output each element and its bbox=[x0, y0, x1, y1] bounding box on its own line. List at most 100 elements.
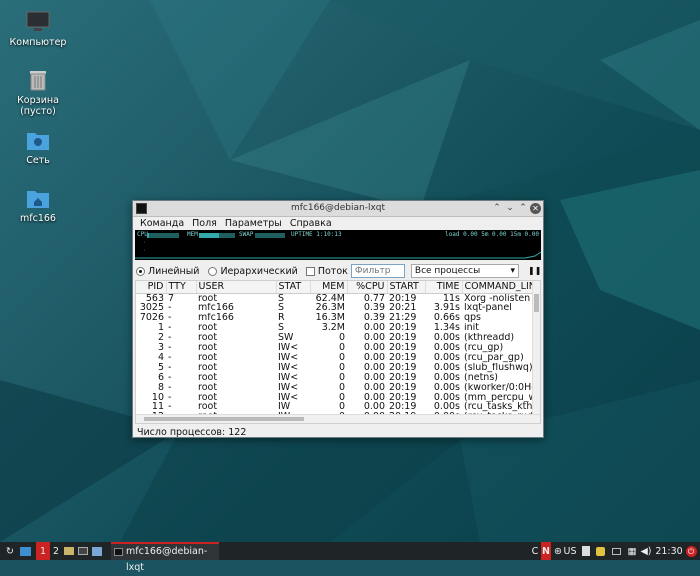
table-cell: mfc166 bbox=[198, 303, 234, 314]
monitor-icon[interactable] bbox=[610, 542, 622, 560]
column-header-tty[interactable]: TTY bbox=[166, 281, 197, 294]
notification-n-icon[interactable]: N bbox=[541, 542, 551, 560]
terminal-app-icon bbox=[114, 548, 123, 556]
table-row[interactable]: 2- root SW 0 0.00 20:19 0.00s (kthreadd) bbox=[136, 333, 534, 343]
table-cell: 20:19 bbox=[389, 362, 417, 373]
table-row[interactable]: 563 7 root S 62.4M 0.77 20:19 11s Xorg -nolisten… bbox=[136, 293, 534, 303]
table-cell: root bbox=[198, 392, 218, 403]
power-icon[interactable]: ⏻ bbox=[684, 542, 698, 560]
table-cell: 3025 bbox=[139, 303, 164, 314]
seal-icon[interactable]: ⊛ bbox=[553, 542, 563, 560]
table-cell: 0.00 bbox=[363, 343, 385, 353]
table-row[interactable]: 10- root IW< 0 0.00 20:19 0.00s (mm_percpu_wq bbox=[136, 393, 534, 403]
table-cell: (rcu_tasks_kthre bbox=[464, 402, 534, 413]
table-cell: (netns) bbox=[464, 372, 498, 383]
filter-input[interactable] bbox=[350, 264, 405, 278]
column-header-stat[interactable]: STAT bbox=[276, 281, 311, 294]
table-cell: - bbox=[168, 382, 172, 393]
table-row[interactable]: 3- root IW< 0 0.00 20:19 0.00s (rcu_gp) bbox=[136, 343, 534, 353]
column-header-time[interactable]: TIME bbox=[425, 281, 463, 294]
clock[interactable]: 21:30 bbox=[655, 542, 682, 560]
thread-checkbox[interactable]: Поток bbox=[305, 266, 348, 277]
radio-dot bbox=[208, 266, 218, 276]
table-cell: - bbox=[168, 362, 172, 373]
horizontal-scrollbar[interactable] bbox=[136, 414, 540, 423]
desktop-icon-label: Корзина bbox=[17, 95, 59, 106]
volume-icon[interactable]: ◀) bbox=[640, 542, 652, 560]
column-header--cpu[interactable]: %CPU bbox=[347, 281, 388, 294]
table-row[interactable]: 7026- mfc166 R 16.3M 0.39 21:29 0.66s qps bbox=[136, 313, 534, 323]
menu-fields[interactable]: Поля bbox=[192, 217, 217, 230]
keep-above-button[interactable]: ⌃ bbox=[491, 202, 503, 215]
process-table-container: PID TTY USER STAT MEM %CPU START TIME COMMAND_LI… bbox=[135, 280, 541, 424]
column-header-mem[interactable]: MEM bbox=[310, 281, 348, 294]
table-cell: IW< bbox=[278, 372, 299, 383]
file-manager-icon[interactable] bbox=[62, 542, 76, 560]
pause-icon[interactable]: ❚❚ bbox=[528, 265, 541, 277]
radio-linear[interactable]: Линейный bbox=[136, 266, 199, 277]
table-cell: - bbox=[168, 372, 172, 383]
column-header-user[interactable]: USER bbox=[196, 281, 277, 294]
column-header-command-line[interactable]: COMMAND_LINE bbox=[462, 281, 535, 294]
menu-help[interactable]: Справка bbox=[290, 217, 332, 230]
show-desktop-icon[interactable] bbox=[18, 542, 32, 560]
vertical-scrollbar[interactable] bbox=[532, 281, 540, 415]
qps-window[interactable]: mfc166@debian-lxqt ⌃ ⌄ ⌃ ✕ Команда Поля … bbox=[132, 200, 544, 438]
table-cell: (rcu_gp) bbox=[464, 343, 504, 353]
keyboard-layout[interactable]: US bbox=[563, 542, 577, 560]
column-header-pid[interactable]: PID bbox=[136, 281, 167, 294]
table-cell: IW< bbox=[278, 382, 299, 393]
table-cell: IW< bbox=[278, 362, 299, 373]
menu-options[interactable]: Параметры bbox=[225, 217, 282, 230]
table-cell: 0.66s bbox=[433, 313, 460, 324]
radio-tree[interactable]: Иерархический bbox=[208, 266, 298, 277]
column-header-start[interactable]: START bbox=[387, 281, 426, 294]
terminal-icon[interactable] bbox=[76, 542, 90, 560]
home-folder-icon bbox=[27, 191, 49, 208]
table-cell: 1 bbox=[157, 323, 164, 334]
process-filter-select[interactable]: Все процессы ▾ bbox=[410, 264, 519, 278]
table-row[interactable]: 11- root IW 0 0.00 20:19 0.00s (rcu_tasks_kthre bbox=[136, 402, 534, 412]
text-editor-icon[interactable] bbox=[90, 542, 104, 560]
table-cell: 11 bbox=[151, 402, 164, 413]
minimize-button[interactable]: ⌄ bbox=[504, 202, 516, 215]
table-cell: 5 bbox=[157, 362, 164, 373]
window-titlebar[interactable]: mfc166@debian-lxqt ⌃ ⌄ ⌃ ✕ bbox=[133, 201, 543, 217]
table-cell: 0 bbox=[338, 392, 345, 403]
table-row[interactable]: 8- root IW< 0 0.00 20:19 0.00s (kworker/0:0H-ev bbox=[136, 383, 534, 393]
update-icon[interactable] bbox=[594, 542, 606, 560]
taskbar-task-qps[interactable]: mfc166@debian-lxqt bbox=[111, 542, 219, 573]
table-cell: root bbox=[198, 333, 218, 344]
trash-icon bbox=[30, 71, 46, 91]
table-row[interactable]: 4- root IW< 0 0.00 20:19 0.00s (rcu_par_gp) bbox=[136, 353, 534, 363]
scrollbar-thumb[interactable] bbox=[144, 417, 304, 421]
desktop-switch-2[interactable]: 2 bbox=[50, 542, 62, 560]
clipboard-icon[interactable] bbox=[580, 542, 592, 560]
radio-dot-checked bbox=[136, 266, 145, 276]
table-cell: mfc166 bbox=[198, 313, 234, 324]
table-row[interactable]: 1- root S 3.2M 0.00 20:19 1.34s init bbox=[136, 323, 534, 333]
close-button[interactable]: ✕ bbox=[530, 203, 541, 214]
table-row[interactable]: 6- root IW< 0 0.00 20:19 0.00s (netns) bbox=[136, 373, 534, 383]
app-menu-icon[interactable]: ↻ bbox=[2, 542, 18, 560]
desktop-switch-1[interactable]: 1 bbox=[36, 542, 50, 560]
table-cell: lxqt-panel bbox=[464, 303, 512, 314]
table-cell: - bbox=[168, 303, 172, 314]
menu-command[interactable]: Команда bbox=[140, 217, 184, 230]
table-cell: (rcu_par_gp) bbox=[464, 352, 524, 363]
desktop-icon-trash[interactable]: Корзина (пусто) bbox=[0, 68, 76, 117]
desktop-icon-label: mfc166 bbox=[20, 213, 56, 224]
desktop-icon-network[interactable]: Сеть bbox=[0, 128, 76, 166]
network-icon[interactable]: ▦ bbox=[626, 542, 638, 560]
table-row[interactable]: 3025- mfc166 S 26.3M 0.39 20:21 3.91s lxqt-pane… bbox=[136, 303, 534, 313]
table-cell: 20:19 bbox=[389, 333, 417, 344]
table-cell: root bbox=[198, 372, 218, 383]
desktop-icon-home[interactable]: mfc166 bbox=[0, 186, 76, 224]
clipboard-c-icon[interactable]: C bbox=[530, 542, 540, 560]
computer-icon bbox=[26, 11, 50, 31]
table-row[interactable]: 5- root IW< 0 0.00 20:19 0.00s (slub_flushwq) bbox=[136, 363, 534, 373]
desktop-icon-computer[interactable]: Компьютер bbox=[0, 10, 76, 48]
scrollbar-thumb[interactable] bbox=[534, 294, 539, 312]
maximize-button[interactable]: ⌃ bbox=[517, 202, 529, 215]
table-cell: 0 bbox=[338, 382, 345, 393]
